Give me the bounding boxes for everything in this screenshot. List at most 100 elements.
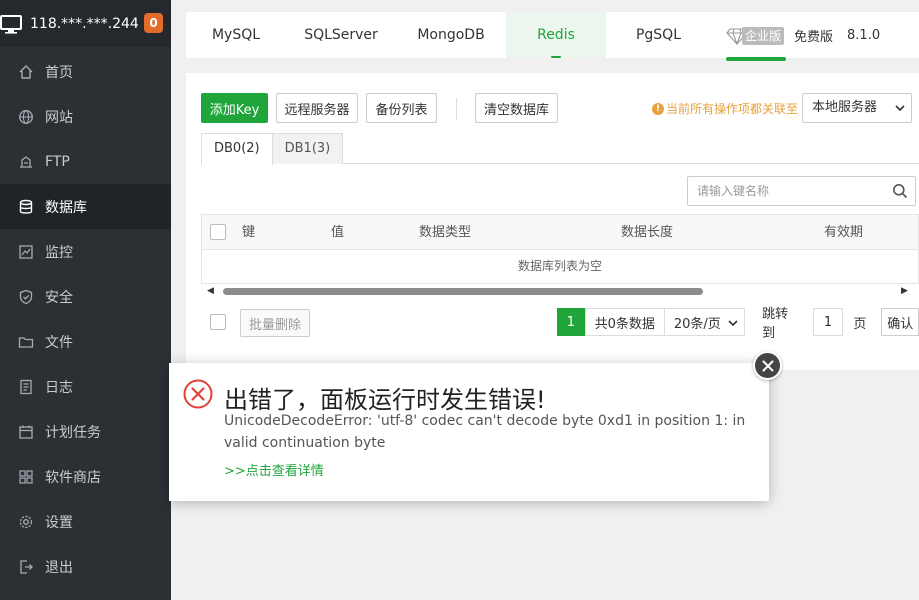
column-header-value[interactable]: 值 <box>331 215 344 250</box>
tab-redis[interactable]: Redis <box>506 12 606 58</box>
clear-database-button[interactable]: 清空数据库 <box>475 93 558 123</box>
ftp-icon <box>18 154 34 170</box>
enterprise-badge[interactable]: 企业版 <box>726 26 785 45</box>
server-ip: 118.***.***.244 <box>30 15 139 32</box>
error-message: UnicodeDecodeError: 'utf-8' codec can't … <box>224 413 746 451</box>
sidebar-item-monitor[interactable]: 监控 <box>0 229 171 274</box>
sidebar-item-database[interactable]: 数据库 <box>0 184 171 229</box>
server-select[interactable]: 本地服务器 <box>802 93 912 123</box>
sidebar-item-label: 网站 <box>45 109 73 126</box>
db-index-tabs: DB0(2) DB1(3) <box>201 133 919 165</box>
chevron-down-icon <box>728 320 738 327</box>
error-details-link[interactable]: >>点击查看详情 <box>224 460 324 479</box>
close-icon <box>762 360 773 371</box>
notice-text: 当前所有操作项都关联至 <box>666 102 799 116</box>
sidebar-item-ftp[interactable]: FTP <box>0 139 171 184</box>
page-button-current[interactable]: 1 <box>557 308 585 336</box>
sidebar-item-label: FTP <box>45 153 70 170</box>
tab-pgsql[interactable]: PgSQL <box>606 12 711 58</box>
sidebar-item-label: 软件商店 <box>45 469 101 486</box>
sidebar-item-settings[interactable]: 设置 <box>0 499 171 544</box>
add-key-button[interactable]: 添加Key <box>201 93 268 123</box>
total-count: 共0条数据 <box>584 308 665 336</box>
server-select-value: 本地服务器 <box>812 100 878 115</box>
horizontal-scrollbar[interactable]: ◀ ▶ <box>201 285 919 297</box>
remote-server-button[interactable]: 远程服务器 <box>276 93 358 123</box>
db-type-tabs: MySQL SQLServer MongoDB Redis PgSQL 企业版 … <box>186 12 919 58</box>
column-header-ttl[interactable]: 有效期 <box>824 215 863 250</box>
jump-to-label: 跳转到 <box>762 307 789 341</box>
keys-table: 键 值 数据类型 数据长度 有效期 数据库列表为空 <box>201 214 919 284</box>
batch-select-checkbox[interactable] <box>210 314 226 330</box>
sidebar-item-label: 文件 <box>45 334 73 351</box>
home-icon <box>18 64 34 80</box>
key-search <box>687 176 916 206</box>
page-unit-label: 页 <box>853 316 867 332</box>
apps-grid-icon <box>18 469 34 485</box>
monitor-icon <box>0 14 22 34</box>
sidebar-item-label: 监控 <box>45 244 73 261</box>
sidebar-item-cron[interactable]: 计划任务 <box>0 409 171 454</box>
monitor-chart-icon <box>18 244 34 260</box>
batch-delete-button[interactable]: 批量删除 <box>240 309 310 337</box>
logout-icon <box>18 559 34 575</box>
sidebar-item-label: 日志 <box>45 379 73 396</box>
shield-icon <box>18 289 34 305</box>
sidebar-item-home[interactable]: 首页 <box>0 49 171 94</box>
tab-sqlserver[interactable]: SQLServer <box>286 12 396 58</box>
page-size-select[interactable]: 20条/页 <box>663 308 746 336</box>
sidebar-item-label: 安全 <box>45 289 73 306</box>
sidebar-item-label: 数据库 <box>45 199 87 216</box>
scrollbar-thumb[interactable] <box>223 288 703 295</box>
tab-mongodb[interactable]: MongoDB <box>396 12 506 58</box>
toolbar-divider <box>456 98 457 120</box>
version-label: 8.1.0 <box>847 28 881 43</box>
gear-icon <box>18 514 34 530</box>
empty-table-message: 数据库列表为空 <box>517 259 602 273</box>
edition-info: 企业版 免费版 8.1.0 <box>726 26 880 45</box>
page-size-value: 20条/页 <box>673 316 721 332</box>
sidebar-item-label: 设置 <box>45 514 73 531</box>
column-header-key[interactable]: 键 <box>242 215 255 250</box>
sidebar-item-logs[interactable]: 日志 <box>0 364 171 409</box>
scroll-left-arrow-icon[interactable]: ◀ <box>207 286 214 296</box>
select-all-checkbox[interactable] <box>210 224 226 240</box>
sidebar-item-logout[interactable]: 退出 <box>0 544 171 589</box>
tab-db0[interactable]: DB0(2) <box>201 133 273 165</box>
sidebar-item-label: 首页 <box>45 64 73 81</box>
error-dialog: 出错了，面板运行时发生错误! UnicodeDecodeError: 'utf-… <box>169 363 769 501</box>
server-notice: ! 当前所有操作项都关联至 <box>652 100 798 117</box>
calendar-icon <box>18 424 34 440</box>
folder-icon <box>18 334 34 350</box>
notification-badge[interactable]: 0 <box>144 13 163 33</box>
jump-page-input[interactable]: 1 <box>812 308 844 336</box>
sidebar-item-files[interactable]: 文件 <box>0 319 171 364</box>
info-icon: ! <box>652 102 664 115</box>
sidebar-item-website[interactable]: 网站 <box>0 94 171 139</box>
sidebar-item-label: 计划任务 <box>45 424 101 441</box>
enterprise-label: 企业版 <box>742 26 785 45</box>
key-search-input[interactable] <box>688 177 878 205</box>
scroll-right-arrow-icon[interactable]: ▶ <box>901 286 908 296</box>
sidebar-item-store[interactable]: 软件商店 <box>0 454 171 499</box>
database-icon <box>18 199 34 215</box>
tab-db1[interactable]: DB1(3) <box>271 133 344 164</box>
table-header: 键 值 数据类型 数据长度 有效期 <box>202 215 918 250</box>
column-header-length[interactable]: 数据长度 <box>621 215 673 250</box>
jump-confirm-button[interactable]: 确认 <box>881 308 919 336</box>
sidebar-item-label: 退出 <box>45 559 73 576</box>
redis-panel: 添加Key 远程服务器 备份列表 清空数据库 ! 当前所有操作项都关联至 本地服… <box>186 73 919 370</box>
log-icon <box>18 379 34 395</box>
dialog-close-button[interactable] <box>753 351 782 380</box>
backup-list-button[interactable]: 备份列表 <box>366 93 437 123</box>
server-bar[interactable]: 118.***.***.244 0 <box>0 0 171 47</box>
free-edition-label: 免费版 <box>794 30 834 45</box>
update-indicator <box>726 57 786 61</box>
sidebar: 118.***.***.244 0 首页 网站 FTP 数据库 监控 安全 文件… <box>0 0 171 600</box>
column-header-type[interactable]: 数据类型 <box>419 215 471 250</box>
search-icon[interactable] <box>892 183 908 199</box>
main-content: MySQL SQLServer MongoDB Redis PgSQL 企业版 … <box>171 0 919 600</box>
tab-mysql[interactable]: MySQL <box>186 12 286 58</box>
sidebar-item-security[interactable]: 安全 <box>0 274 171 319</box>
globe-icon <box>18 109 34 125</box>
